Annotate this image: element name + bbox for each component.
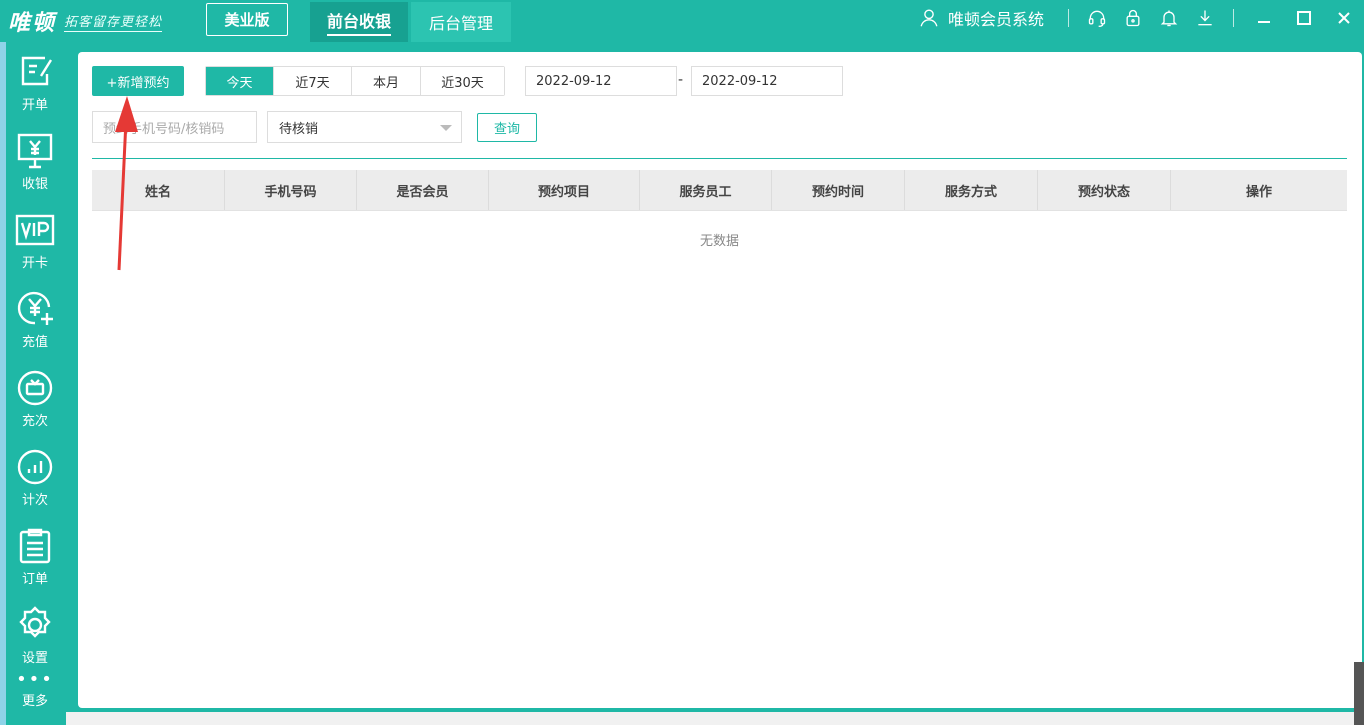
sidebar-item-label: 开卡 [21, 256, 48, 271]
status-select[interactable]: 待核销 [267, 111, 462, 143]
column-header: 是否会员 [357, 170, 489, 210]
column-header: 预约时间 [772, 170, 905, 210]
logo: 唯顿 拓客留存更轻松 [8, 6, 163, 36]
maximize-button[interactable] [1284, 3, 1324, 33]
range-30days-button[interactable]: 近30天 [420, 67, 504, 95]
sidebar-item-open-card[interactable]: 开卡 [6, 200, 64, 276]
lock-button[interactable] [1115, 3, 1151, 33]
download-button[interactable] [1187, 3, 1223, 33]
query-button[interactable]: 查询 [477, 113, 537, 142]
chevron-down-icon [440, 125, 452, 131]
table-header: 姓名 手机号码 是否会员 预约项目 服务员工 预约时间 服务方式 预约状态 操作 [92, 170, 1347, 211]
range-today-button[interactable]: 今天 [206, 67, 273, 95]
add-appointment-button[interactable]: +新增预约 [92, 66, 184, 96]
sidebar-item-label: 设置 [21, 651, 48, 666]
recharge-count-icon [17, 370, 53, 406]
sidebar-item-label: 订单 [21, 572, 48, 587]
column-header: 操作 [1245, 184, 1272, 200]
edition-badge[interactable]: 美业版 [206, 3, 288, 36]
column-header: 预约项目 [489, 170, 640, 210]
logo-text: 唯顿 [8, 10, 57, 36]
scroll-edge [1354, 662, 1364, 725]
close-button[interactable] [1324, 3, 1364, 33]
header-divider [1068, 9, 1069, 27]
gear-icon [19, 606, 51, 638]
column-header: 服务员工 [640, 170, 772, 210]
clipboard-icon [19, 528, 51, 564]
column-header: 服务方式 [905, 170, 1038, 210]
date-separator: - [678, 72, 684, 88]
status-value: 待核销 [279, 121, 319, 137]
empty-state: 无数据 [699, 234, 739, 249]
column-header: 手机号码 [225, 170, 357, 210]
sidebar-item-open-order[interactable]: 开单 [6, 42, 64, 118]
tab-front-cashier[interactable]: 前台收银 [310, 2, 408, 42]
sidebar-item-label: 充次 [21, 414, 48, 429]
close-icon [1338, 12, 1350, 24]
sidebar-item-orders[interactable]: 订单 [6, 516, 64, 592]
range-7days-button[interactable]: 近7天 [273, 67, 351, 95]
appointment-panel: +新增预约 今天 近7天 本月 近30天 2022-09-12 - 2022-0… [78, 52, 1362, 708]
notification-button[interactable] [1151, 3, 1187, 33]
sidebar-item-recharge-times[interactable]: 充次 [6, 358, 64, 434]
range-month-button[interactable]: 本月 [351, 67, 420, 95]
yuan-plus-icon [17, 291, 53, 325]
minimize-icon [1258, 21, 1270, 23]
sidebar-item-label: 更多 [21, 694, 48, 709]
user-icon [920, 9, 938, 27]
chart-count-icon [17, 449, 53, 485]
sidebar-item-label: 充值 [21, 335, 48, 350]
tab-back-office[interactable]: 后台管理 [411, 2, 511, 42]
logo-slogan: 拓客留存更轻松 [64, 11, 163, 32]
bell-icon [1160, 10, 1178, 27]
edit-order-icon [21, 56, 53, 86]
headset-button[interactable] [1079, 3, 1115, 33]
sidebar-item-label: 收银 [21, 177, 48, 192]
date-range-group: 今天 近7天 本月 近30天 [205, 66, 505, 96]
sidebar-item-recharge[interactable]: 充值 [6, 279, 64, 355]
more-dots-icon: ••• [16, 669, 54, 690]
divider [92, 158, 1347, 159]
header-divider [1233, 9, 1234, 27]
tab-label: 前台收银 [326, 8, 391, 36]
sidebar-item-cashier[interactable]: 收银 [6, 121, 64, 197]
maximize-icon [1297, 11, 1311, 25]
cashier-monitor-icon [17, 133, 53, 169]
sidebar-item-count[interactable]: 计次 [6, 437, 64, 513]
minimize-button[interactable] [1244, 3, 1284, 33]
sidebar-item-label: 开单 [21, 98, 48, 113]
sidebar-item-settings[interactable]: 设置 [6, 595, 64, 671]
bottom-strip [66, 712, 1364, 725]
sidebar-item-more[interactable]: ••• 更多 [6, 669, 64, 722]
system-name[interactable]: 唯顿会员系统 [948, 6, 1044, 30]
start-date-input[interactable]: 2022-09-12 [525, 66, 677, 96]
top-bar: 唯顿 拓客留存更轻松 美业版 前台收银 后台管理 唯顿会员系统 [0, 0, 1364, 42]
lock-icon [1126, 9, 1140, 27]
headset-icon [1088, 10, 1106, 27]
search-input[interactable]: 预约手机号码/核销码 [92, 111, 257, 143]
sidebar-item-label: 计次 [21, 493, 48, 508]
end-date-input[interactable]: 2022-09-12 [691, 66, 843, 96]
vip-card-icon [15, 214, 55, 246]
column-header: 预约状态 [1038, 170, 1171, 210]
column-header: 姓名 [92, 170, 225, 210]
header-right: 唯顿会员系统 [918, 0, 1364, 36]
download-icon [1198, 10, 1212, 26]
